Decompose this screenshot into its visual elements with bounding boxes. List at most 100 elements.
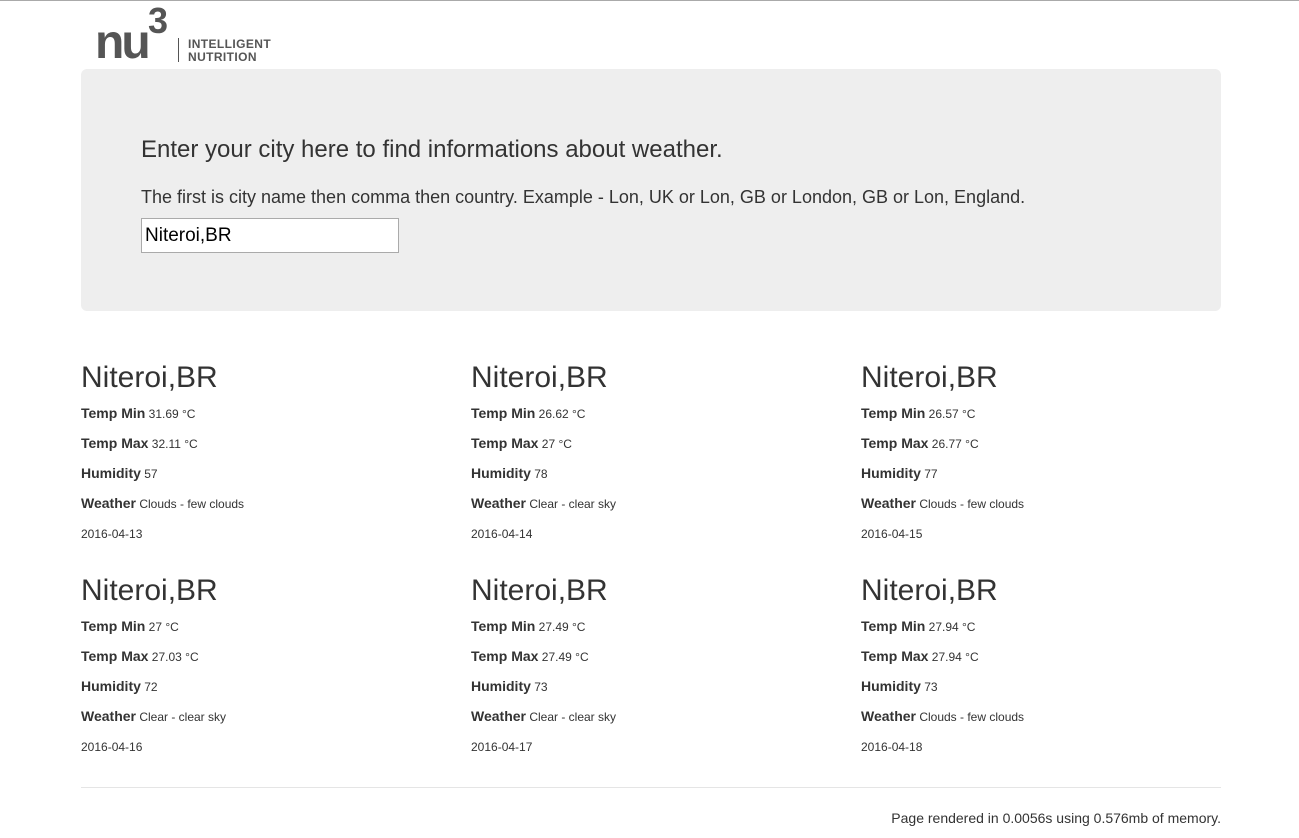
temp-min-value: 27.49 °C: [538, 620, 586, 634]
temp-min-label: Temp Min: [471, 618, 536, 634]
weather-row: Weather Clear - clear sky: [471, 708, 616, 725]
humidity-label: Humidity: [81, 678, 141, 694]
weather-label: Weather: [81, 495, 136, 511]
weather-value: Clouds - few clouds: [919, 497, 1025, 511]
weather-value: Clear - clear sky: [529, 497, 617, 511]
search-description: The first is city name then comma then c…: [141, 187, 1026, 207]
forecast-date: 2016-04-13: [81, 527, 143, 541]
weather-label: Weather: [471, 495, 526, 511]
weather-label: Weather: [861, 495, 916, 511]
city-input[interactable]: [141, 218, 399, 253]
temp-min-row: Temp Min 27.49 °C: [471, 618, 585, 635]
temp-max-value: 27 °C: [541, 437, 572, 451]
forecast-card: Niteroi,BR Temp Min 31.69 °C Temp Max 32…: [81, 361, 461, 541]
weather-value: Clear - clear sky: [139, 710, 227, 724]
humidity-row: Humidity 78: [471, 465, 548, 482]
temp-min-value: 26.62 °C: [538, 407, 586, 421]
forecast-city: Niteroi,BR: [861, 574, 998, 607]
search-panel: Enter your city here to find information…: [81, 69, 1221, 311]
forecast-city: Niteroi,BR: [471, 361, 608, 394]
weather-value: Clear - clear sky: [529, 710, 617, 724]
temp-min-value: 31.69 °C: [148, 407, 196, 421]
temp-min-row: Temp Min 26.57 °C: [861, 405, 975, 422]
temp-min-label: Temp Min: [81, 405, 146, 421]
temp-max-row: Temp Max 27.49 °C: [471, 648, 589, 665]
humidity-row: Humidity 72: [81, 678, 158, 695]
render-stats: Page rendered in 0.0056s using 0.576mb o…: [891, 810, 1221, 826]
temp-min-row: Temp Min 26.62 °C: [471, 405, 585, 422]
humidity-value: 73: [534, 680, 548, 694]
top-border: [0, 0, 1299, 1]
forecast-card: Niteroi,BR Temp Min 27.49 °C Temp Max 27…: [471, 574, 851, 754]
temp-max-value: 27.49 °C: [541, 650, 589, 664]
humidity-label: Humidity: [861, 678, 921, 694]
forecast-card: Niteroi,BR Temp Min 27 °C Temp Max 27.03…: [81, 574, 461, 754]
humidity-label: Humidity: [861, 465, 921, 481]
weather-row: Weather Clouds - few clouds: [861, 495, 1024, 512]
forecast-city: Niteroi,BR: [861, 361, 998, 394]
forecast-date: 2016-04-17: [471, 740, 533, 754]
temp-max-label: Temp Max: [861, 648, 929, 664]
temp-min-value: 26.57 °C: [928, 407, 976, 421]
temp-max-value: 26.77 °C: [931, 437, 979, 451]
weather-row: Weather Clouds - few clouds: [861, 708, 1024, 725]
forecast-date: 2016-04-14: [471, 527, 533, 541]
humidity-row: Humidity 57: [81, 465, 158, 482]
temp-min-value: 27 °C: [148, 620, 179, 634]
temp-max-value: 27.03 °C: [151, 650, 199, 664]
humidity-value: 73: [924, 680, 938, 694]
forecast-city: Niteroi,BR: [81, 574, 218, 607]
temp-max-row: Temp Max 27 °C: [471, 435, 572, 452]
forecast-date: 2016-04-16: [81, 740, 143, 754]
humidity-value: 77: [924, 467, 938, 481]
forecast-card: Niteroi,BR Temp Min 27.94 °C Temp Max 27…: [861, 574, 1241, 754]
search-heading: Enter your city here to find information…: [141, 136, 723, 163]
temp-max-label: Temp Max: [471, 435, 539, 451]
forecast-card: Niteroi,BR Temp Min 26.57 °C Temp Max 26…: [861, 361, 1241, 541]
temp-max-row: Temp Max 27.03 °C: [81, 648, 199, 665]
humidity-label: Humidity: [471, 678, 531, 694]
temp-max-value: 27.94 °C: [931, 650, 979, 664]
weather-label: Weather: [471, 708, 526, 724]
temp-max-row: Temp Max 26.77 °C: [861, 435, 979, 452]
weather-label: Weather: [861, 708, 916, 724]
temp-max-value: 32.11 °C: [151, 437, 198, 451]
weather-value: Clouds - few clouds: [919, 710, 1025, 724]
temp-max-row: Temp Max 32.11 °C: [81, 435, 198, 452]
temp-max-label: Temp Max: [81, 435, 149, 451]
logo-tagline: INTELLIGENT NUTRITION: [188, 38, 271, 64]
temp-max-row: Temp Max 27.94 °C: [861, 648, 979, 665]
temp-min-row: Temp Min 27 °C: [81, 618, 179, 635]
footer-divider: [81, 787, 1221, 788]
weather-row: Weather Clouds - few clouds: [81, 495, 244, 512]
humidity-value: 78: [534, 467, 548, 481]
forecast-city: Niteroi,BR: [471, 574, 608, 607]
temp-min-label: Temp Min: [861, 405, 926, 421]
temp-min-label: Temp Min: [861, 618, 926, 634]
weather-row: Weather Clear - clear sky: [81, 708, 226, 725]
forecast-city: Niteroi,BR: [81, 361, 218, 394]
temp-min-row: Temp Min 31.69 °C: [81, 405, 195, 422]
temp-max-label: Temp Max: [861, 435, 929, 451]
weather-label: Weather: [81, 708, 136, 724]
temp-min-label: Temp Min: [81, 618, 146, 634]
humidity-value: 72: [144, 680, 158, 694]
forecast-card: Niteroi,BR Temp Min 26.62 °C Temp Max 27…: [471, 361, 851, 541]
logo-divider: [178, 38, 179, 62]
temp-min-label: Temp Min: [471, 405, 536, 421]
weather-row: Weather Clear - clear sky: [471, 495, 616, 512]
logo-tagline-line2: NUTRITION: [188, 50, 257, 64]
humidity-label: Humidity: [81, 465, 141, 481]
forecast-date: 2016-04-15: [861, 527, 923, 541]
humidity-row: Humidity 73: [861, 678, 938, 695]
humidity-label: Humidity: [471, 465, 531, 481]
nu3-logo[interactable]: nu 3 INTELLIGENT NUTRITION: [95, 0, 285, 69]
weather-value: Clouds - few clouds: [139, 497, 245, 511]
humidity-row: Humidity 77: [861, 465, 938, 482]
humidity-value: 57: [144, 467, 158, 481]
logo-superscript: 3: [148, 0, 169, 41]
humidity-row: Humidity 73: [471, 678, 548, 695]
forecast-date: 2016-04-18: [861, 740, 923, 754]
logo-nu: nu: [95, 16, 151, 69]
temp-max-label: Temp Max: [471, 648, 539, 664]
